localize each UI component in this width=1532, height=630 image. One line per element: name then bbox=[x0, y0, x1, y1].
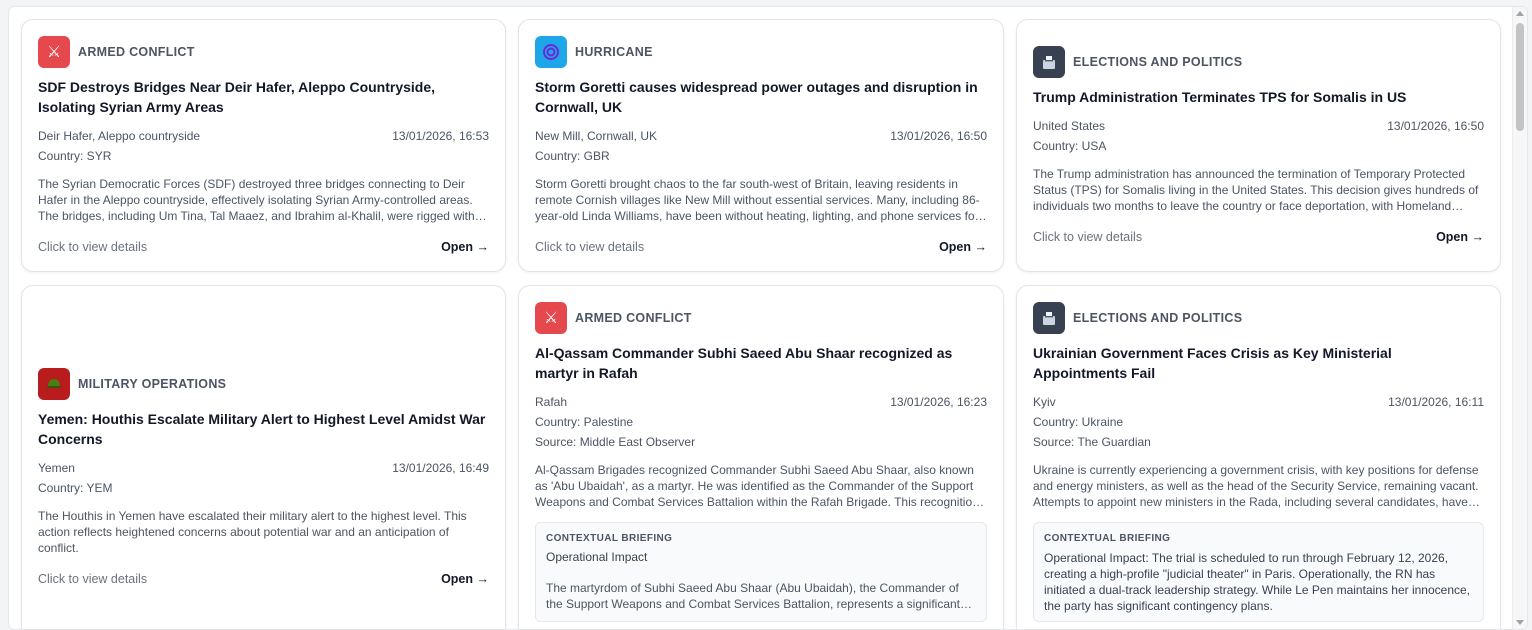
card-footer: Click to view details Open → bbox=[38, 240, 489, 254]
event-title[interactable]: Trump Administration Terminates TPS for … bbox=[1033, 87, 1484, 107]
category-label: MILITARY OPERATIONS bbox=[78, 377, 227, 391]
open-link[interactable]: Open → bbox=[939, 240, 987, 254]
event-country: Country: Ukraine bbox=[1033, 415, 1124, 429]
event-title[interactable]: Yemen: Houthis Escalate Military Alert t… bbox=[38, 409, 489, 449]
event-card[interactable]: HURRICANE Storm Goretti causes widesprea… bbox=[518, 19, 1004, 272]
event-card[interactable]: ELECTIONS AND POLITICS Ukrainian Governm… bbox=[1016, 285, 1501, 629]
event-title[interactable]: Storm Goretti causes widespread power ou… bbox=[535, 77, 987, 117]
event-country: Country: SYR bbox=[38, 149, 112, 163]
open-link[interactable]: Open → bbox=[1436, 230, 1484, 244]
category-row: ⚔ ARMED CONFLICT bbox=[535, 302, 692, 334]
category-label: ELECTIONS AND POLITICS bbox=[1073, 311, 1243, 325]
category-row: ⚔ ARMED CONFLICT bbox=[38, 36, 195, 68]
event-meta: Kyiv 13/01/2026, 16:11 Country: Ukraine … bbox=[1033, 392, 1484, 452]
card-footer: Click to view details Open → bbox=[38, 572, 489, 586]
event-description: The Syrian Democratic Forces (SDF) destr… bbox=[38, 177, 475, 223]
event-timestamp: 13/01/2026, 16:50 bbox=[1387, 119, 1484, 133]
event-timestamp: 13/01/2026, 16:23 bbox=[890, 395, 987, 409]
open-link[interactable]: Open → bbox=[441, 572, 489, 586]
category-row: ELECTIONS AND POLITICS bbox=[1033, 46, 1242, 78]
category-row: HURRICANE bbox=[535, 36, 653, 68]
event-country: Country: USA bbox=[1033, 139, 1107, 153]
view-details-hint: Click to view details bbox=[1033, 230, 1143, 244]
category-row: ELECTIONS AND POLITICS bbox=[1033, 302, 1242, 334]
event-description: The Trump administration has announced t… bbox=[1033, 167, 1479, 213]
event-location: New Mill, Cornwall, UK bbox=[535, 129, 658, 143]
view-details-hint: Click to view details bbox=[38, 240, 148, 254]
event-meta: New Mill, Cornwall, UK 13/01/2026, 16:50… bbox=[535, 126, 987, 166]
event-source: Source: The Guardian bbox=[1033, 435, 1151, 449]
cyclone-icon bbox=[535, 36, 567, 68]
card-footer: Click to view details Open → bbox=[1033, 230, 1484, 244]
event-description: Al-Qassam Brigades recognized Commander … bbox=[535, 463, 979, 509]
view-details-hint: Click to view details bbox=[38, 572, 148, 586]
crossed-swords-icon: ⚔ bbox=[535, 302, 567, 334]
card-footer: Click to view details Open → bbox=[535, 240, 987, 254]
briefing-heading: CONTEXTUAL BRIEFING bbox=[546, 533, 673, 544]
category-label: HURRICANE bbox=[575, 45, 653, 59]
event-description: The Houthis in Yemen have escalated thei… bbox=[38, 509, 467, 555]
scroll-down-arrow-icon[interactable] bbox=[1516, 620, 1524, 625]
category-label: ELECTIONS AND POLITICS bbox=[1073, 55, 1243, 69]
event-timestamp: 13/01/2026, 16:49 bbox=[392, 461, 489, 475]
event-title[interactable]: SDF Destroys Bridges Near Deir Hafer, Al… bbox=[38, 77, 489, 117]
event-title[interactable]: Al-Qassam Commander Subhi Saeed Abu Shaa… bbox=[535, 343, 987, 383]
briefing-body: The martyrdom of Subhi Saeed Abu Shaar (… bbox=[546, 581, 961, 611]
event-timestamp: 13/01/2026, 16:11 bbox=[1388, 395, 1484, 409]
open-link[interactable]: Open → bbox=[441, 240, 489, 254]
event-meta: United States 13/01/2026, 16:50 Country:… bbox=[1033, 116, 1484, 156]
event-description: Storm Goretti brought chaos to the far s… bbox=[535, 177, 980, 223]
event-country: Country: Palestine bbox=[535, 415, 634, 429]
category-row: MILITARY OPERATIONS bbox=[38, 368, 226, 400]
scrollbar-thumb[interactable] bbox=[1516, 23, 1524, 131]
event-location: Deir Hafer, Aleppo countryside bbox=[38, 129, 201, 143]
event-country: Country: GBR bbox=[535, 149, 610, 163]
event-timestamp: 13/01/2026, 16:50 bbox=[890, 129, 987, 143]
event-timestamp: 13/01/2026, 16:53 bbox=[392, 129, 489, 143]
event-location: Rafah bbox=[535, 395, 568, 409]
category-label: ARMED CONFLICT bbox=[78, 45, 195, 59]
category-label: ARMED CONFLICT bbox=[575, 311, 692, 325]
event-card[interactable]: ⚔ ARMED CONFLICT Al-Qassam Commander Sub… bbox=[518, 285, 1004, 629]
ballot-box-icon bbox=[1033, 46, 1065, 78]
event-location: Kyiv bbox=[1033, 395, 1056, 409]
event-meta: Yemen 13/01/2026, 16:49 Country: YEM bbox=[38, 458, 489, 498]
event-country: Country: YEM bbox=[38, 481, 113, 495]
event-meta: Deir Hafer, Aleppo countryside 13/01/202… bbox=[38, 126, 489, 166]
briefing-heading: CONTEXTUAL BRIEFING bbox=[1044, 533, 1171, 544]
briefing-text: Operational Impact: The trial is schedul… bbox=[1044, 551, 1471, 613]
event-description: Ukraine is currently experiencing a gove… bbox=[1033, 463, 1479, 509]
view-details-hint: Click to view details bbox=[535, 240, 645, 254]
contextual-briefing: CONTEXTUAL BRIEFING Operational Impact: … bbox=[1033, 522, 1484, 622]
briefing-subheading: Operational Impact bbox=[546, 550, 648, 564]
event-source: Source: Middle East Observer bbox=[535, 435, 696, 449]
event-meta: Rafah 13/01/2026, 16:23 Country: Palesti… bbox=[535, 392, 987, 452]
military-helmet-icon bbox=[38, 368, 70, 400]
event-card[interactable]: ⚔ ARMED CONFLICT SDF Destroys Bridges Ne… bbox=[21, 19, 506, 272]
ballot-box-icon bbox=[1033, 302, 1065, 334]
event-location: Yemen bbox=[38, 461, 75, 475]
event-title[interactable]: Ukrainian Government Faces Crisis as Key… bbox=[1033, 343, 1484, 383]
contextual-briefing: CONTEXTUAL BRIEFING Operational Impact T… bbox=[535, 522, 987, 622]
events-feed-panel: ⚔ ARMED CONFLICT SDF Destroys Bridges Ne… bbox=[8, 6, 1528, 630]
event-card[interactable]: ELECTIONS AND POLITICS Trump Administrat… bbox=[1016, 19, 1501, 272]
vertical-scrollbar[interactable] bbox=[1512, 7, 1527, 629]
scroll-up-arrow-icon[interactable] bbox=[1516, 11, 1524, 16]
crossed-swords-icon: ⚔ bbox=[38, 36, 70, 68]
event-location: United States bbox=[1033, 119, 1106, 133]
event-card[interactable]: MILITARY OPERATIONS Yemen: Houthis Escal… bbox=[21, 285, 506, 629]
